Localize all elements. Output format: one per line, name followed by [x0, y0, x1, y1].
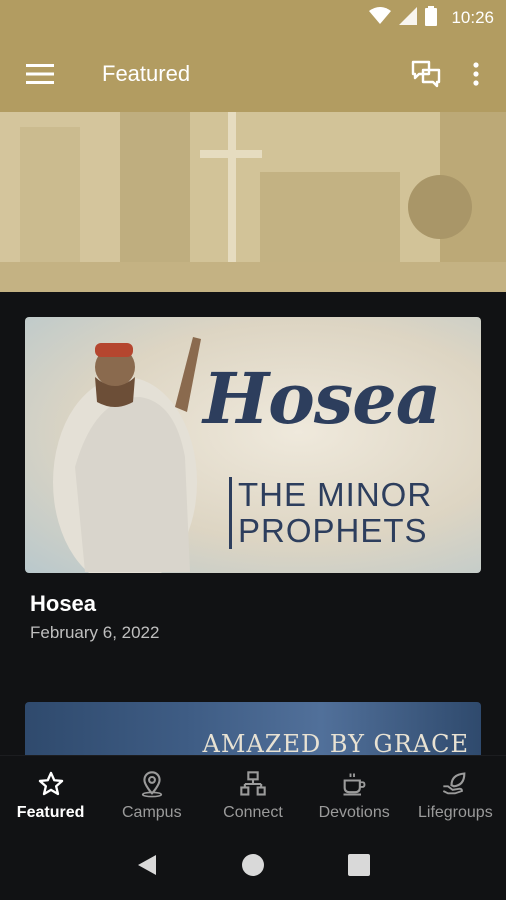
sermon-title[interactable]: Hosea	[30, 591, 96, 617]
wifi-icon	[369, 6, 392, 30]
second-card-image-text: AMAZED BY GRACE	[202, 730, 469, 755]
overflow-menu-button[interactable]	[454, 46, 498, 102]
status-bar: 10:26	[0, 0, 506, 36]
nav-item-lifegroups[interactable]: Lifegroups	[405, 770, 506, 822]
sermon-card-image[interactable]: Hosea THE MINOR PROPHETS	[25, 317, 481, 573]
hamburger-menu-icon	[26, 64, 54, 84]
sermon-date: February 6, 2022	[30, 623, 160, 642]
nav-item-connect[interactable]: Connect	[202, 770, 303, 822]
nav-item-featured[interactable]: Featured	[0, 770, 101, 822]
location-pin-icon	[141, 770, 162, 797]
image-series-text: THE MINOR PROPHETS	[229, 477, 459, 549]
chat-bubbles-icon	[411, 60, 441, 88]
menu-button[interactable]	[0, 36, 80, 112]
home-circle-icon	[241, 854, 264, 876]
app-bar: Featured	[0, 36, 506, 112]
home-button[interactable]	[241, 853, 265, 882]
star-icon	[38, 771, 63, 795]
recents-square-icon	[347, 854, 370, 876]
nav-label-lifegroups: Lifegroups	[417, 803, 493, 821]
recents-button[interactable]	[347, 854, 370, 881]
bottom-navigation: Featured Campus Connect Devotions Lifegr…	[0, 755, 506, 835]
image-title-text: Hosea	[203, 357, 441, 440]
nav-label-connect: Connect	[223, 803, 283, 821]
second-card-image[interactable]: AMAZED BY GRACE	[25, 702, 481, 755]
messages-button[interactable]	[398, 46, 454, 102]
featured-feed[interactable]: Hosea THE MINOR PROPHETS Hosea February …	[0, 292, 506, 755]
signal-icon	[399, 6, 418, 30]
leaf-hand-icon	[443, 771, 466, 794]
status-time: 10:26	[451, 8, 494, 27]
hero-banner-image	[0, 112, 506, 292]
nav-label-devotions: Devotions	[318, 803, 390, 821]
page-title: Featured	[102, 61, 191, 86]
back-button[interactable]	[136, 853, 158, 882]
system-navigation-bar	[0, 835, 506, 900]
nav-item-campus[interactable]: Campus	[101, 770, 202, 822]
people-network-icon	[240, 770, 266, 796]
coffee-cup-icon	[343, 773, 366, 796]
back-triangle-icon	[138, 855, 157, 875]
nav-label-campus: Campus	[121, 803, 182, 821]
nav-label-featured: Featured	[16, 803, 85, 821]
nav-item-devotions[interactable]: Devotions	[304, 770, 405, 822]
more-vertical-icon	[473, 62, 479, 86]
battery-icon	[425, 5, 438, 31]
